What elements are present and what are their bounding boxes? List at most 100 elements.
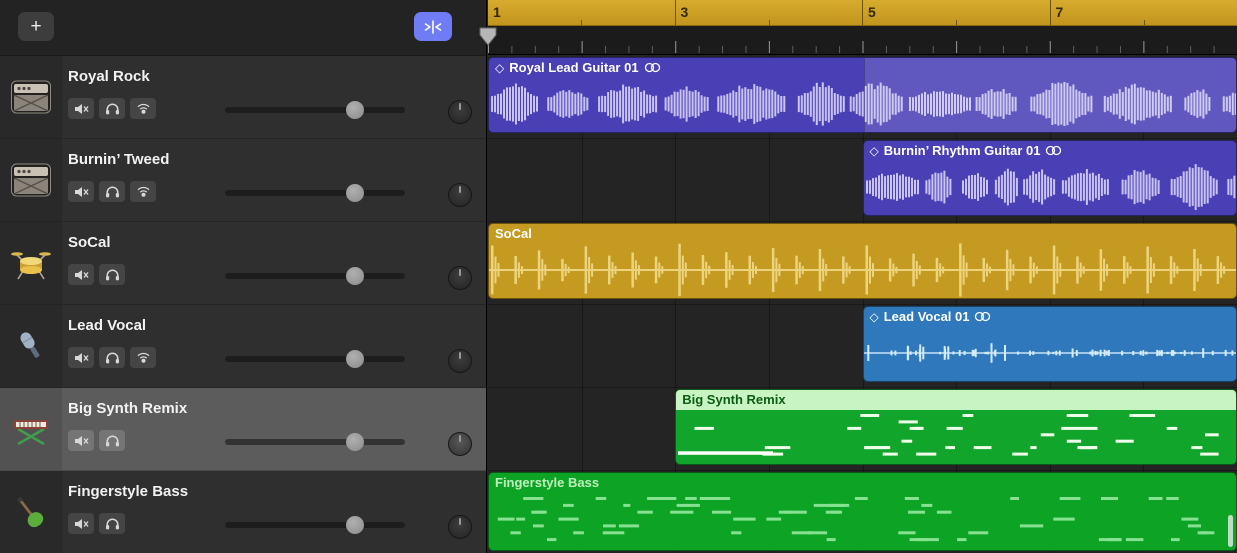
pan-knob[interactable] (448, 349, 472, 373)
region-burnin-rhythm-guitar-01[interactable]: ◇ Burnin’ Rhythm Guitar 01 (863, 140, 1237, 216)
midi-notes (676, 410, 1237, 463)
playhead[interactable] (478, 27, 498, 51)
volume-slider[interactable] (225, 433, 405, 451)
solo-button[interactable] (99, 347, 125, 368)
volume-slider[interactable] (225, 184, 405, 202)
region-fingerstyle-bass[interactable]: Fingerstyle Bass (488, 472, 1237, 551)
volume-slider-thumb[interactable] (346, 267, 364, 285)
mute-button[interactable] (68, 264, 94, 285)
track-name: Fingerstyle Bass (68, 483, 188, 500)
region-title: SoCal (495, 226, 532, 241)
follow-tempo-icon: ◇ (870, 144, 879, 158)
input-monitor-button[interactable] (130, 98, 156, 119)
region-loop-section[interactable] (864, 58, 1237, 132)
track-header-panel: + Royal Rock Burnin’ Tweed SoCal Lead Vocal… (0, 0, 487, 553)
amp-icon (0, 56, 62, 138)
follow-tempo-icon: ◇ (495, 61, 504, 75)
timeline-panel: 1357 ◇ Royal Lead Guitar 01 ◇ Burnin’ Rhyth… (488, 0, 1237, 553)
region-label: SoCal (495, 226, 532, 241)
region-label: Fingerstyle Bass (495, 475, 599, 490)
region-lead-vocal-01[interactable]: ◇ Lead Vocal 01 (863, 306, 1237, 382)
volume-slider[interactable] (225, 350, 405, 368)
ruler-measure-label: 7 (1050, 0, 1237, 25)
volume-slider-thumb[interactable] (346, 516, 364, 534)
track-header-socal[interactable]: SoCal (0, 222, 486, 305)
ruler-ticks (488, 26, 1237, 55)
input-monitor-button[interactable] (130, 347, 156, 368)
volume-slider-thumb[interactable] (346, 184, 364, 202)
track-header-burnin-tweed[interactable]: Burnin’ Tweed (0, 139, 486, 222)
region-title: Fingerstyle Bass (495, 475, 599, 490)
track-name: Big Synth Remix (68, 400, 187, 417)
region-label: ◇ Lead Vocal 01 (870, 309, 992, 324)
amp-icon (0, 139, 62, 221)
pan-knob[interactable] (448, 432, 472, 456)
region-title: Royal Lead Guitar 01 (509, 60, 638, 75)
volume-slider[interactable] (225, 267, 405, 285)
volume-slider-thumb[interactable] (346, 350, 364, 368)
track-name: SoCal (68, 234, 111, 251)
pan-knob[interactable] (448, 266, 472, 290)
add-track-button[interactable]: + (18, 12, 54, 41)
volume-slider-thumb[interactable] (346, 101, 364, 119)
catch-playhead-button[interactable] (414, 12, 452, 41)
mute-button[interactable] (68, 181, 94, 202)
track-controls (68, 181, 156, 202)
track-header-royal-rock[interactable]: Royal Rock (0, 56, 486, 139)
vertical-scrollbar-thumb[interactable] (1228, 515, 1233, 547)
volume-slider[interactable] (225, 101, 405, 119)
pan-knob[interactable] (448, 100, 472, 124)
region-socal[interactable]: SoCal (488, 223, 1237, 299)
stereo-icon (1045, 145, 1062, 156)
solo-button[interactable] (99, 98, 125, 119)
solo-button[interactable] (99, 264, 125, 285)
pan-knob[interactable] (448, 183, 472, 207)
input-monitor-button[interactable] (130, 181, 156, 202)
ruler-measure-label: 3 (675, 0, 863, 25)
mute-button[interactable] (68, 347, 94, 368)
follow-tempo-icon: ◇ (870, 310, 879, 324)
track-controls (68, 264, 125, 285)
audio-waveform (864, 160, 1237, 214)
mute-button[interactable] (68, 513, 94, 534)
ruler[interactable]: 1357 (488, 0, 1237, 26)
catch-playhead-icon (424, 20, 442, 34)
mic-icon (0, 305, 62, 387)
volume-slider[interactable] (225, 516, 405, 534)
stereo-icon (644, 62, 661, 73)
track-name: Lead Vocal (68, 317, 146, 334)
track-controls (68, 513, 125, 534)
region-title: Big Synth Remix (682, 392, 785, 407)
track-header-fingerstyle-bass[interactable]: Fingerstyle Bass (0, 471, 486, 553)
region-label: ◇ Royal Lead Guitar 01 (495, 60, 661, 75)
track-header-lead-vocal[interactable]: Lead Vocal (0, 305, 486, 388)
track-name: Burnin’ Tweed (68, 151, 169, 168)
region-label: ◇ Burnin’ Rhythm Guitar 01 (870, 143, 1063, 158)
solo-button[interactable] (99, 181, 125, 202)
solo-button[interactable] (99, 430, 125, 451)
mute-button[interactable] (68, 430, 94, 451)
audio-waveform (864, 326, 1237, 380)
track-header-toolbar: + (0, 0, 486, 56)
region-title: Lead Vocal 01 (884, 309, 970, 324)
track-header-big-synth-remix[interactable]: Big Synth Remix (0, 388, 486, 471)
volume-slider-thumb[interactable] (346, 433, 364, 451)
pan-knob[interactable] (448, 515, 472, 539)
synth-icon (0, 388, 62, 470)
drums-icon (0, 222, 62, 304)
garageband-window: + Royal Rock Burnin’ Tweed SoCal Lead Vocal… (0, 0, 1237, 553)
track-name: Royal Rock (68, 68, 150, 85)
bass-icon (0, 471, 62, 553)
track-list: Royal Rock Burnin’ Tweed SoCal Lead Vocal Bi… (0, 56, 486, 553)
track-controls (68, 347, 156, 368)
track-controls (68, 98, 156, 119)
solo-button[interactable] (99, 513, 125, 534)
region-big-synth-remix[interactable]: Big Synth Remix (675, 389, 1237, 465)
region-title: Burnin’ Rhythm Guitar 01 (884, 143, 1041, 158)
audio-waveform (489, 243, 1237, 297)
stereo-icon (974, 311, 991, 322)
region-label: Big Synth Remix (682, 392, 785, 407)
region-royal-lead-guitar-01[interactable]: ◇ Royal Lead Guitar 01 (488, 57, 1237, 133)
ruler-measure-label: 5 (862, 0, 1050, 25)
mute-button[interactable] (68, 98, 94, 119)
